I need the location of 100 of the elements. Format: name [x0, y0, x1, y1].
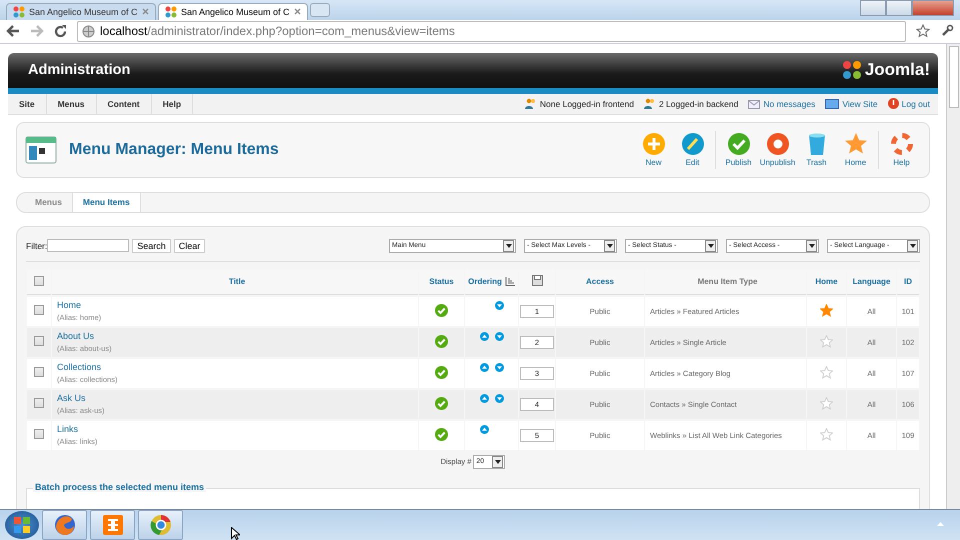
toolbar-button[interactable]: Unpublish — [758, 132, 797, 167]
move-down-icon[interactable] — [494, 394, 504, 404]
filter-field[interactable] — [47, 239, 130, 252]
app-square-icon — [102, 514, 124, 536]
logo-text: Joomla! — [864, 60, 930, 80]
save-order-icon[interactable] — [532, 275, 542, 286]
star-outline-icon[interactable] — [820, 334, 833, 348]
forward-icon[interactable] — [30, 25, 44, 38]
menu-item[interactable]: Help — [152, 94, 194, 114]
logo-icon — [842, 60, 862, 80]
new-tab-button[interactable] — [310, 2, 330, 17]
published-icon[interactable] — [435, 304, 448, 317]
caret-icon — [606, 244, 612, 248]
published-icon[interactable] — [435, 334, 448, 348]
trash-icon — [808, 132, 826, 155]
star-outline-icon[interactable] — [820, 428, 833, 441]
toolbar-button[interactable]: Help — [882, 132, 921, 167]
globe-icon — [82, 24, 95, 38]
envelope-icon — [748, 98, 760, 109]
menu-item[interactable]: Menus — [46, 94, 97, 114]
item-title-link[interactable]: Home — [57, 300, 417, 310]
scrollbar[interactable] — [946, 44, 960, 509]
toolbar-button[interactable]: Publish — [719, 132, 758, 167]
move-down-icon[interactable] — [494, 332, 504, 342]
column-header: Menu Item Type — [698, 277, 758, 286]
status-text: None Logged-in frontend — [540, 98, 634, 109]
move-up-icon[interactable] — [480, 363, 488, 372]
menu-item[interactable]: Content — [96, 94, 152, 114]
taskbar-app[interactable] — [90, 510, 135, 540]
column-header[interactable]: Home — [815, 277, 838, 286]
move-down-icon[interactable] — [494, 301, 504, 310]
move-up-icon[interactable] — [480, 425, 488, 434]
column-header[interactable]: Title — [228, 277, 246, 286]
menu-manager-icon — [25, 134, 57, 166]
caret-icon — [808, 244, 814, 248]
published-icon[interactable] — [435, 396, 448, 410]
toolbar-button[interactable]: Edit — [673, 132, 712, 167]
move-down-icon[interactable] — [494, 363, 504, 372]
star-outline-icon[interactable] — [820, 366, 833, 379]
status-text[interactable]: No messages — [763, 98, 816, 109]
column-header[interactable]: Ordering — [468, 277, 502, 286]
row-checkbox[interactable] — [34, 305, 44, 316]
page-title: Menu Manager: Menu Items — [69, 140, 279, 159]
batch-legend: Batch process the selected menu items — [33, 482, 206, 492]
column-header[interactable]: ID — [904, 277, 912, 286]
item-title-link[interactable]: About Us — [57, 331, 417, 342]
star-icon — [844, 132, 866, 155]
clear-button[interactable]: Clear — [174, 238, 206, 253]
select-all-checkbox[interactable] — [34, 276, 44, 286]
close-icon[interactable] — [294, 8, 301, 16]
start-button[interactable] — [5, 510, 39, 539]
item-title-link[interactable]: Links — [57, 424, 417, 434]
status-text[interactable]: Log out — [902, 98, 930, 109]
tab-title: San Angelico Museum of C — [29, 6, 138, 17]
maximize-button[interactable] — [886, 0, 912, 16]
status-text[interactable]: View Site — [842, 98, 878, 109]
caret-icon — [708, 244, 714, 248]
column-header[interactable]: Status — [429, 277, 454, 286]
reload-icon[interactable] — [54, 24, 67, 38]
row-checkbox[interactable] — [34, 336, 44, 346]
wrench-icon[interactable] — [940, 24, 954, 38]
tab-title: San Angelico Museum of C — [181, 6, 290, 17]
star-outline-icon[interactable] — [820, 396, 833, 410]
toolbar-button[interactable]: Trash — [797, 132, 836, 167]
taskbar-app[interactable] — [138, 510, 183, 540]
toolbar-button[interactable]: Home — [836, 132, 875, 167]
logout-icon — [888, 98, 899, 110]
close-icon[interactable] — [142, 8, 149, 16]
site-icon — [13, 6, 25, 18]
back-icon[interactable] — [6, 25, 20, 38]
users-icon — [644, 98, 656, 110]
address-bar[interactable]: localhost/administrator/index.php?option=com_menus&view=items — [77, 20, 906, 42]
minimize-button[interactable] — [860, 0, 886, 16]
caret-icon — [506, 244, 512, 248]
caret-icon — [494, 460, 501, 464]
ring-icon — [766, 132, 788, 155]
column-header[interactable]: Access — [586, 277, 614, 286]
item-title-link[interactable]: Ask Us — [57, 393, 417, 404]
row-checkbox[interactable] — [34, 367, 44, 378]
toolbar-button[interactable]: New — [634, 132, 673, 167]
move-up-icon[interactable] — [480, 394, 488, 404]
browser-tab[interactable]: San Angelico Museum of C — [6, 2, 156, 20]
taskbar-app[interactable] — [42, 510, 87, 540]
row-checkbox[interactable] — [34, 398, 44, 408]
published-icon[interactable] — [435, 366, 448, 379]
item-title-link[interactable]: Collections — [57, 362, 417, 372]
default-star-icon[interactable] — [820, 304, 833, 317]
status-text: 2 Logged-in backend — [658, 98, 738, 109]
close-button[interactable] — [912, 0, 954, 16]
pencil-icon — [682, 132, 704, 155]
menu-item[interactable]: Site — [8, 94, 47, 114]
move-up-icon[interactable] — [480, 332, 488, 342]
sort-icon[interactable] — [504, 277, 515, 286]
search-button[interactable]: Search — [132, 238, 171, 253]
star-icon[interactable] — [916, 24, 930, 38]
row-checkbox[interactable] — [34, 429, 44, 440]
browser-tab[interactable]: San Angelico Museum of C — [158, 2, 308, 20]
column-header[interactable]: Language — [852, 277, 890, 286]
published-icon[interactable] — [435, 428, 448, 441]
submenu-tab[interactable]: Menu Items — [72, 192, 141, 212]
